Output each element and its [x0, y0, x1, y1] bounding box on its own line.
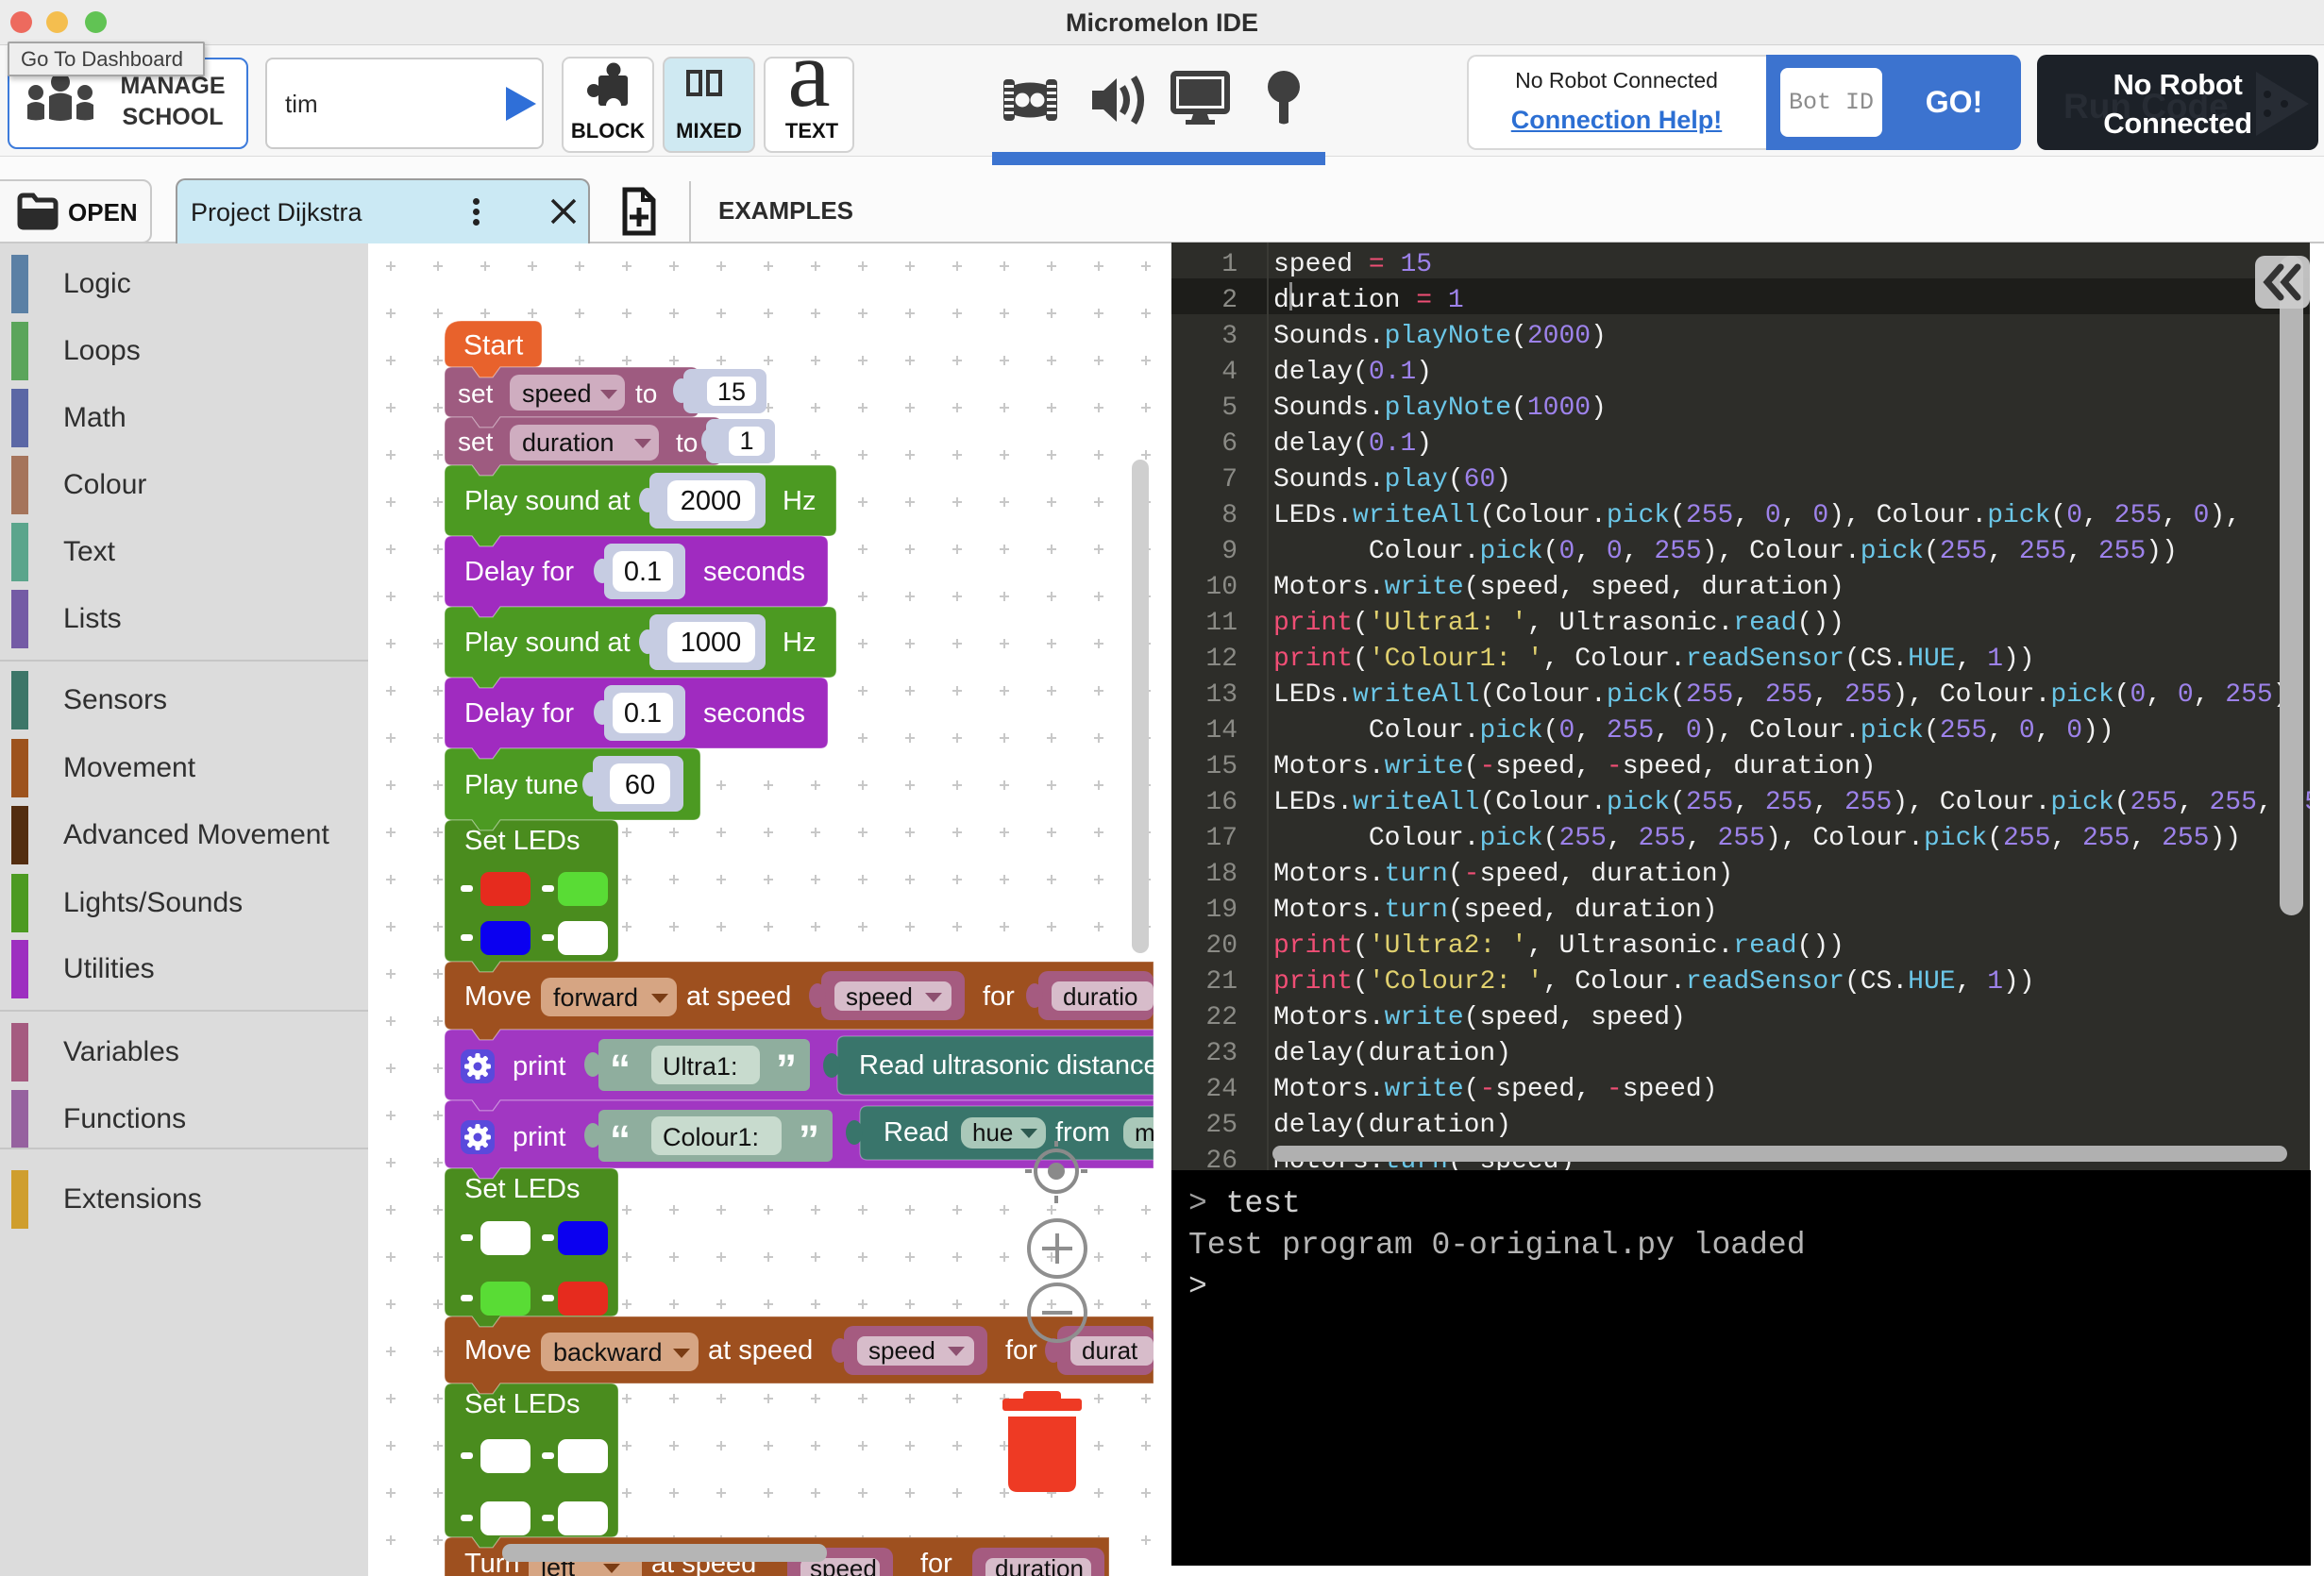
svg-text:0.1: 0.1 — [624, 557, 662, 587]
svg-text:speed: speed — [522, 379, 592, 408]
svg-text:for: for — [983, 981, 1015, 1012]
svg-text:2000: 2000 — [681, 486, 742, 516]
svg-text:1: 1 — [739, 427, 753, 455]
svg-text:forward: forward — [553, 983, 638, 1012]
svg-text:Move: Move — [464, 981, 531, 1012]
svg-text:for: for — [920, 1549, 952, 1576]
svg-text:Start: Start — [463, 330, 524, 361]
svg-text:Play sound at: Play sound at — [464, 628, 631, 658]
svg-text:Play sound at: Play sound at — [464, 486, 631, 516]
svg-text:for: for — [1005, 1335, 1037, 1366]
svg-text:set: set — [458, 379, 494, 409]
svg-text:speed: speed — [846, 982, 913, 1011]
svg-text:seconds: seconds — [703, 698, 805, 729]
svg-text:15: 15 — [717, 377, 746, 406]
svg-text:”: ” — [776, 1047, 797, 1093]
svg-text:”: ” — [799, 1117, 819, 1164]
svg-text:Hz: Hz — [783, 628, 816, 658]
svg-text:to: to — [635, 379, 657, 409]
svg-text:seconds: seconds — [703, 557, 805, 587]
svg-text:Read ultrasonic distance: Read ultrasonic distance — [859, 1050, 1154, 1081]
svg-text:print: print — [513, 1122, 565, 1152]
svg-text:to: to — [676, 428, 698, 458]
svg-text:m: m — [1135, 1118, 1154, 1147]
svg-text:“: “ — [610, 1047, 631, 1093]
svg-text:Read: Read — [884, 1117, 949, 1148]
svg-text:Play tune: Play tune — [464, 770, 579, 800]
svg-text:0.1: 0.1 — [624, 698, 662, 729]
svg-text:durat: durat — [1082, 1336, 1138, 1365]
svg-text:from: from — [1055, 1117, 1110, 1148]
svg-text:print: print — [513, 1051, 565, 1081]
svg-text:at speed: at speed — [708, 1335, 813, 1366]
svg-text:Delay for: Delay for — [464, 698, 574, 729]
svg-text:a: a — [787, 53, 830, 119]
svg-text:Delay for: Delay for — [464, 557, 574, 587]
svg-text:hue: hue — [972, 1118, 1013, 1147]
svg-text:duratio: duratio — [1063, 982, 1138, 1011]
svg-text:Ultra1:: Ultra1: — [663, 1052, 738, 1081]
svg-text:Set LEDs: Set LEDs — [464, 1389, 581, 1419]
svg-text:1000: 1000 — [681, 628, 742, 658]
svg-text:speed: speed — [868, 1336, 935, 1365]
svg-text:Move: Move — [464, 1335, 531, 1366]
svg-text:“: “ — [610, 1117, 631, 1164]
svg-text:Hz: Hz — [783, 486, 816, 516]
svg-text:Set LEDs: Set LEDs — [464, 1174, 581, 1204]
svg-text:duration: duration — [522, 428, 615, 457]
svg-text:set: set — [458, 428, 494, 457]
svg-text:duration: duration — [995, 1554, 1084, 1576]
svg-text:backward: backward — [553, 1338, 663, 1366]
svg-text:Set LEDs: Set LEDs — [464, 826, 581, 856]
svg-text:at speed: at speed — [686, 981, 791, 1012]
svg-text:Colour1:: Colour1: — [663, 1123, 759, 1151]
svg-text:60: 60 — [625, 770, 655, 800]
